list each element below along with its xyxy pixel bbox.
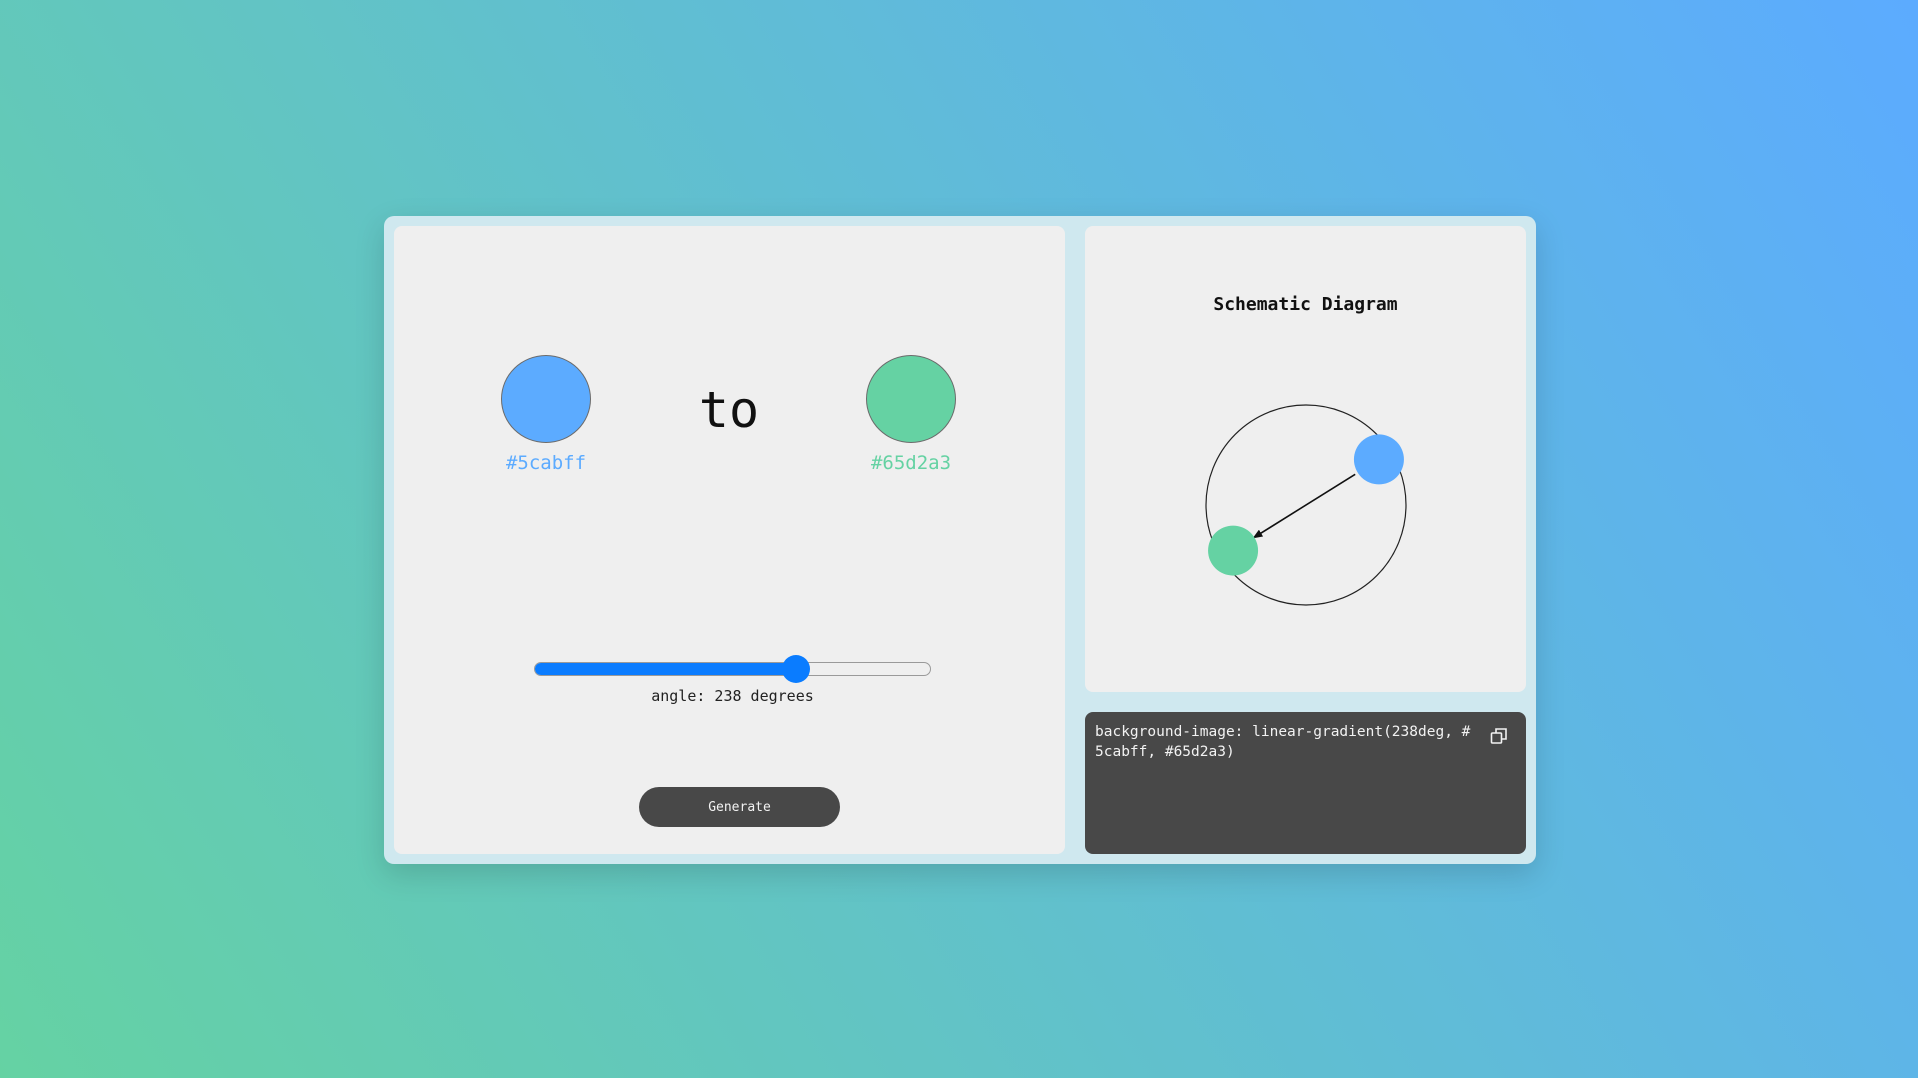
gradient-generator-card: #5cabff to #65d2a3 angle: 238 degrees Ge… — [384, 216, 1536, 864]
angle-slider-fill — [535, 663, 798, 675]
diagram-panel: Schematic Diagram — [1085, 226, 1526, 692]
css-output-code[interactable]: background-image: linear-gradient(238deg… — [1095, 722, 1475, 762]
from-color-hex: #5cabff — [505, 452, 587, 474]
to-color-dot — [1208, 525, 1259, 576]
copy-icon[interactable] — [1489, 726, 1509, 746]
schematic-diagram — [1205, 404, 1407, 606]
from-color-swatch[interactable] — [501, 355, 591, 443]
angle-slider-thumb[interactable] — [782, 655, 811, 683]
to-color-hex: #65d2a3 — [870, 452, 952, 474]
angle-label: angle: 238 degrees — [651, 687, 814, 705]
generate-button[interactable]: Generate — [639, 787, 840, 827]
angle-slider[interactable] — [534, 655, 931, 683]
angle-slider-track[interactable] — [534, 662, 931, 676]
to-color-swatch[interactable] — [866, 355, 956, 443]
css-output-panel: background-image: linear-gradient(238deg… — [1085, 712, 1526, 854]
controls-panel: #5cabff to #65d2a3 angle: 238 degrees Ge… — [394, 226, 1065, 854]
direction-arrow — [1252, 473, 1356, 539]
from-color-dot — [1353, 434, 1404, 485]
to-connector-label: to — [698, 381, 760, 439]
